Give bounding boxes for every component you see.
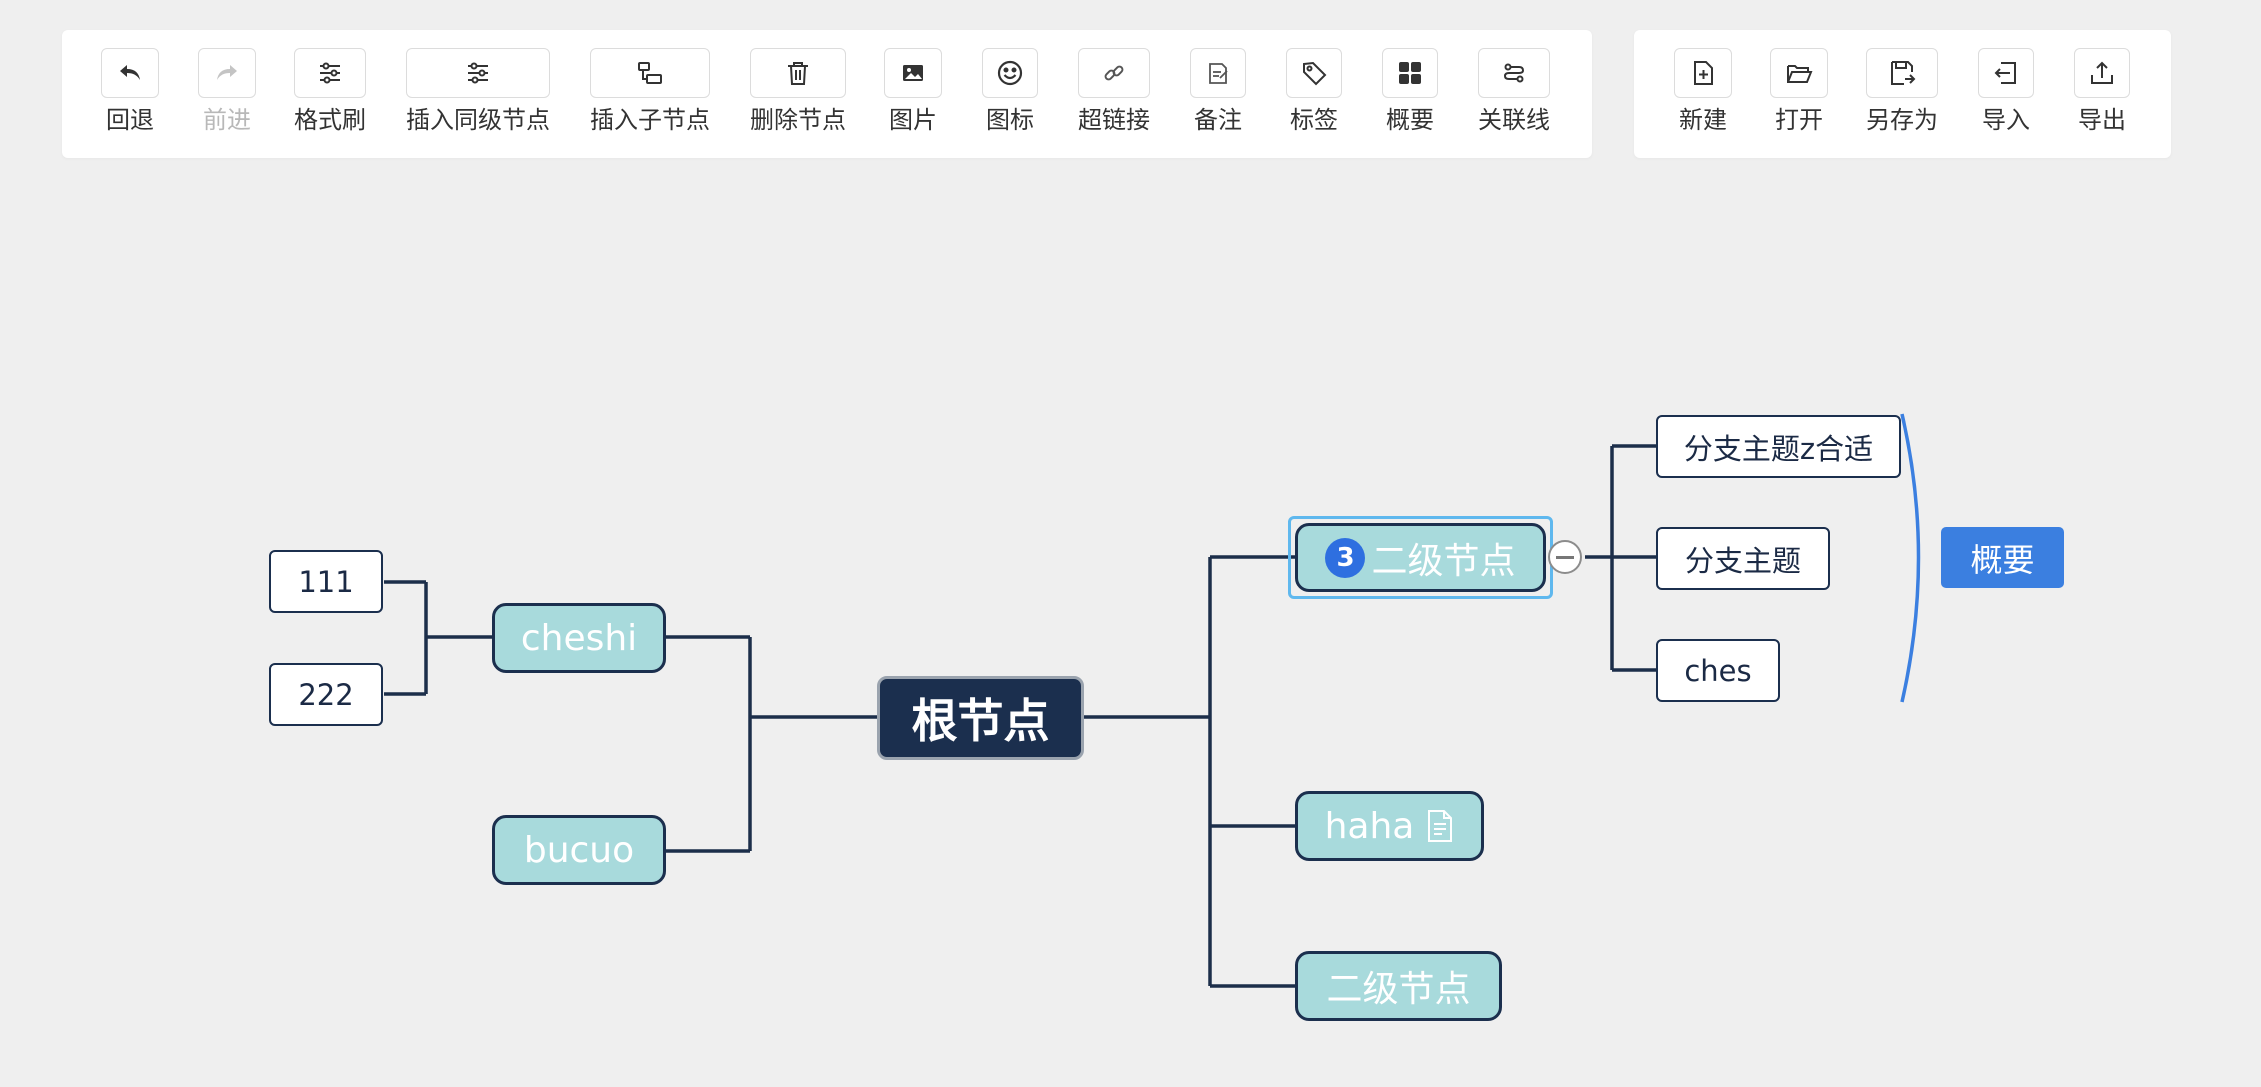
collapse-button[interactable] <box>1548 540 1582 574</box>
mindmap-canvas[interactable]: 根节点 cheshi 111 222 bucuo 3 二级节点 分支主题z合适 … <box>0 0 2261 1087</box>
node-text: 222 <box>298 677 354 712</box>
node-text: cheshi <box>520 617 638 659</box>
node-haha[interactable]: haha <box>1295 791 1484 861</box>
node-text: 二级节点 <box>1371 540 1516 582</box>
root-node[interactable]: 根节点 <box>877 676 1084 760</box>
priority-badge: 3 <box>1325 537 1366 578</box>
node-branch-topic[interactable]: 分支主题 <box>1656 527 1830 590</box>
node-text: bucuo <box>523 829 635 871</box>
summary-node[interactable]: 概要 <box>1941 527 2064 588</box>
root-node-text: 根节点 <box>911 694 1050 748</box>
node-text: 分支主题 <box>1684 543 1801 578</box>
node-222[interactable]: 222 <box>269 663 383 726</box>
node-ches[interactable]: ches <box>1656 639 1780 702</box>
node-text: ches <box>1684 653 1752 688</box>
node-bucuo[interactable]: bucuo <box>492 815 666 885</box>
node-cheshi[interactable]: cheshi <box>492 603 666 673</box>
node-111[interactable]: 111 <box>269 550 383 613</box>
node-text: haha <box>1324 805 1415 847</box>
node-second-level[interactable]: 二级节点 <box>1295 951 1502 1021</box>
node-branch-topic-z[interactable]: 分支主题z合适 <box>1656 415 1901 478</box>
node-second-level-selected[interactable]: 3 二级节点 <box>1295 523 1546 592</box>
minus-icon <box>1556 555 1574 559</box>
summary-bracket <box>1900 413 1921 703</box>
node-text: 111 <box>298 564 354 599</box>
connector-lines <box>384 413 1921 988</box>
node-text: 二级节点 <box>1326 969 1471 1010</box>
note-icon[interactable] <box>1426 809 1454 843</box>
node-text: 分支主题z合适 <box>1683 431 1874 466</box>
